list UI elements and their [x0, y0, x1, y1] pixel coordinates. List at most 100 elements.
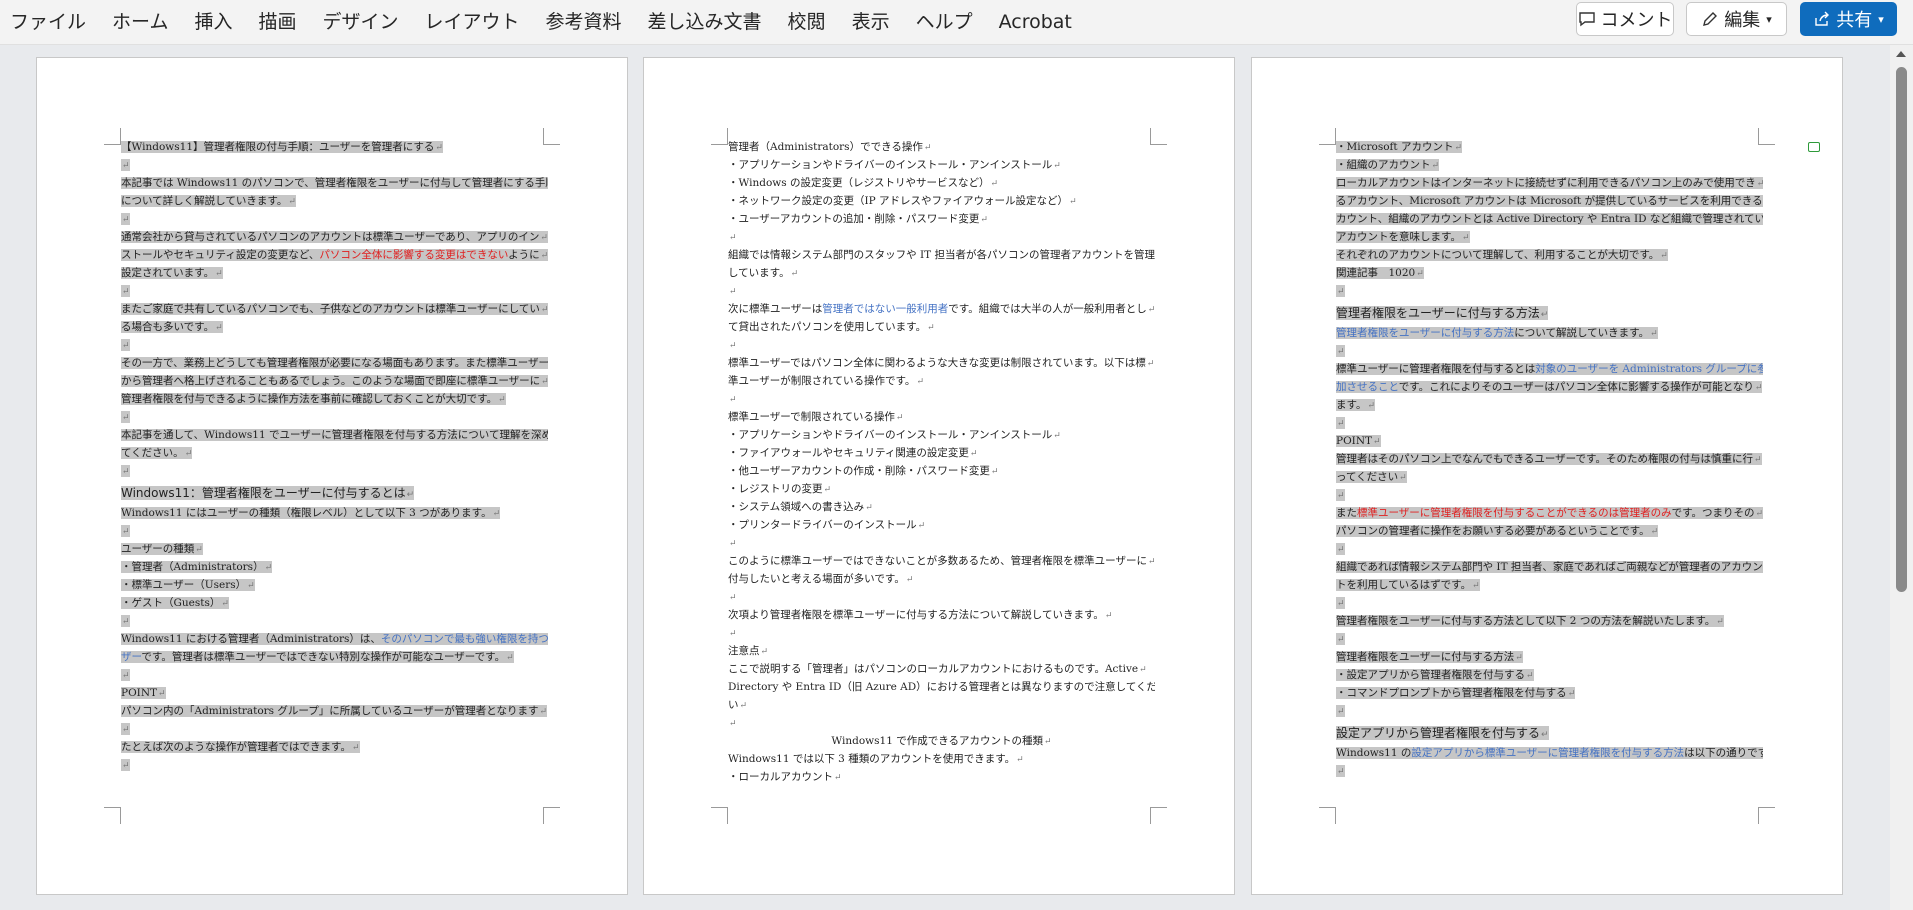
- line-text: ここで説明する「管理者」はパソコンのローカルアカウントにおけるものです。Acti…: [728, 663, 1147, 675]
- line-text: ・他ユーザーアカウントの作成・削除・パスワード変更↵: [728, 465, 998, 477]
- text-run: 準ユーザーが制限されている操作です。: [728, 375, 916, 387]
- line-text: Windows11 では以下 3 種類のアカウントを使用できます。↵: [728, 753, 1024, 765]
- document-line: ザーです。管理者は標準ユーザーではできない特別な操作が可能なユーザーです。↵: [121, 648, 548, 666]
- document-line: POINT↵: [1336, 432, 1763, 450]
- comment-marker-icon[interactable]: [1808, 142, 1820, 152]
- ribbon-tab[interactable]: 表示: [841, 0, 905, 44]
- text-run: から管理者へ格上げされることもあるでしょう。このような場面で即座に標準ユーザーに: [121, 375, 541, 387]
- text-run: て貸出されたパソコンを使用しています。: [728, 321, 927, 333]
- document-line: 管理者権限をユーザーに付与する方法について解説していきます。↵: [1336, 324, 1763, 342]
- page-body[interactable]: ・Microsoft アカウント↵ ・組織のアカウント↵ ローカルアカウントはインタ…: [1336, 138, 1763, 780]
- line-text: について詳しく解説していきます。↵: [121, 195, 296, 207]
- document-line: 付与したいと考える場面が多いです。↵: [728, 570, 1155, 588]
- line-text: い↵: [728, 699, 747, 711]
- line-text: ↵: [121, 615, 130, 627]
- text-run: その一方で、業務上どうしても管理者権限が必要になる場面もあります。また標準ユーザ…: [121, 357, 548, 369]
- ribbon-tab[interactable]: レイアウト: [414, 0, 535, 44]
- paragraph-mark-icon: ↵: [247, 581, 255, 591]
- document-line: Windows11 における管理者（Administrators）は、そのパソコ…: [121, 630, 548, 648]
- line-text: ・ローカルアカウント↵: [728, 771, 842, 783]
- ribbon-tab[interactable]: 挿入: [183, 0, 247, 44]
- comment-label: コメント: [1600, 10, 1673, 31]
- empty-paragraph: ↵: [728, 624, 1155, 642]
- line-text: 本記事では Windows11 のパソコンで、管理者権限をユーザーに付与して管理…: [121, 177, 548, 189]
- paragraph-mark-icon: ↵: [1337, 635, 1345, 645]
- highlighted-text: 管理者権限をユーザーに付与する方法: [1336, 327, 1515, 339]
- edit-mode-button[interactable]: 編集 ▾: [1686, 2, 1787, 36]
- vertical-scrollbar[interactable]: [1890, 45, 1913, 910]
- text-run: Windows11 における管理者（Administrators）は、: [121, 633, 381, 645]
- paragraph-mark-icon: ↵: [1053, 431, 1061, 441]
- text-run: ・Windows の設定変更（レジストリやサービスなど）: [728, 177, 990, 189]
- text-run: 管理者権限をユーザーに付与する方法: [1336, 306, 1540, 320]
- text-run: です。つまりその: [1671, 507, 1755, 519]
- document-line: 準ユーザーが制限されている操作です。↵: [728, 372, 1155, 390]
- paragraph-mark-icon: ↵: [1515, 653, 1523, 663]
- ribbon-tab[interactable]: ホーム: [101, 0, 183, 44]
- ribbon-tab[interactable]: 校閲: [777, 0, 841, 44]
- paragraph-mark-icon: ↵: [540, 251, 548, 261]
- document-line: また標準ユーザーに管理者権限を付与することができるのは管理者のみです。つまりその…: [1336, 504, 1763, 522]
- text-run: い: [728, 699, 739, 711]
- text-run: ・組織のアカウント: [1336, 159, 1431, 171]
- paragraph-mark-icon: ↵: [1757, 179, 1763, 189]
- line-text: 管理者はそのパソコン上でなんでもできるユーザーです。そのため権限の付与は慎重に行…: [1336, 453, 1762, 465]
- text-run: 管理者権限を付与できるように操作方法を事前に確認しておくことが大切です。: [121, 393, 498, 405]
- line-text: 標準ユーザーではパソコン全体に関わるような大きな変更は制限されています。以下は標…: [728, 357, 1154, 369]
- ribbon-tab[interactable]: 描画: [247, 0, 311, 44]
- line-text: 組織であれば情報システム部門や IT 担当者、家庭であればご両親などが管理者のア…: [1336, 561, 1763, 573]
- document-line: ・アプリケーションやドライバーのインストール・アンインストール↵: [728, 426, 1155, 444]
- paragraph-mark-icon: ↵: [990, 467, 999, 477]
- document-line: トを利用しているはずです。↵: [1336, 576, 1763, 594]
- document-line: 加させることです。これによりそのユーザーはパソコン全体に影響する操作が可能となり…: [1336, 378, 1763, 396]
- document-line: ユーザーの種類↵: [121, 540, 548, 558]
- ribbon-tab[interactable]: Acrobat: [988, 0, 1087, 44]
- empty-paragraph: ↵: [1336, 762, 1763, 780]
- line-text: ユーザーの種類↵: [121, 543, 203, 555]
- document-line: このように標準ユーザーではできないことが多数あるため、管理者権限を標準ユーザーに…: [728, 552, 1155, 570]
- crop-mark: [1319, 807, 1336, 824]
- page-body[interactable]: 【Windows11】管理者権限の付与手順：ユーザーを管理者にする↵ ↵ 本記事では…: [121, 138, 548, 774]
- line-text: パソコンの管理者に操作をお願いする必要があるということです。↵: [1336, 525, 1659, 537]
- comment-button[interactable]: コメント: [1576, 2, 1674, 36]
- text-run: ・アプリケーションやドライバーのインストール・アンインストール: [728, 429, 1053, 441]
- paragraph-mark-icon: ↵: [539, 707, 547, 717]
- paragraph-mark-icon: ↵: [1526, 671, 1534, 681]
- page-body[interactable]: 管理者（Administrators）でできる操作↵ ・アプリケーションやドライバ…: [728, 138, 1155, 786]
- paragraph-mark-icon: ↵: [1337, 419, 1345, 429]
- line-text: ↵: [121, 723, 130, 735]
- document-line: ・ローカルアカウント↵: [728, 768, 1155, 786]
- paragraph-mark-icon: ↵: [905, 575, 914, 585]
- highlighted-text: 対象のユーザーを Administrators グループに参: [1535, 363, 1763, 375]
- highlighted-text: 管理者ではない一般利用者: [822, 303, 949, 315]
- ribbon-tabs: ファイル ホーム 挿入 描画 デザイン レイアウト 参考資料 差し込み文書 校閲 表示 ヘルプ Acr…: [0, 0, 1087, 44]
- empty-paragraph: ↵: [121, 720, 548, 738]
- scrollbar-thumb[interactable]: [1896, 67, 1907, 592]
- paragraph-mark-icon: ↵: [927, 323, 935, 333]
- ribbon-tab[interactable]: ファイル: [0, 0, 101, 44]
- document-line: ・標準ユーザー（Users）↵: [121, 576, 548, 594]
- text-run: ・管理者（Administrators）: [121, 561, 264, 573]
- line-text: ってください↵: [1336, 471, 1407, 483]
- paragraph-mark-icon: ↵: [1337, 347, 1345, 357]
- ribbon-tab[interactable]: 参考資料: [535, 0, 637, 44]
- line-text: ・システム領域への書き込み↵: [728, 501, 873, 513]
- paragraph-mark-icon: ↵: [990, 179, 999, 189]
- share-button[interactable]: 共有 ▾: [1800, 2, 1897, 36]
- scroll-up-icon[interactable]: [1896, 51, 1906, 57]
- line-text: ローカルアカウントはインターネットに接続せずに利用できるパソコン上のみで使用でき…: [1336, 177, 1763, 189]
- ribbon-tab[interactable]: 差し込み文書: [637, 0, 777, 44]
- paragraph-mark-icon: ↵: [1139, 665, 1147, 675]
- ribbon-tab[interactable]: ヘルプ: [905, 0, 988, 44]
- document-line: ・Microsoft アカウント↵: [1336, 138, 1763, 156]
- ribbon-tab[interactable]: デザイン: [311, 0, 413, 44]
- line-text: 管理者権限をユーザーに付与する方法として以下 2 つの方法を解説いたします。↵: [1336, 615, 1724, 627]
- line-text: 管理者権限をユーザーに付与する方法↵: [1336, 306, 1549, 320]
- document-line: について詳しく解説していきます。↵: [121, 192, 548, 210]
- paragraph-mark-icon: ↵: [1053, 161, 1061, 171]
- line-text: ↵: [728, 285, 737, 297]
- paragraph-mark-icon: ↵: [980, 215, 988, 225]
- paragraph-mark-icon: ↵: [1337, 545, 1345, 555]
- paragraph-mark-icon: ↵: [1416, 269, 1424, 279]
- text-run: ・他ユーザーアカウントの作成・削除・パスワード変更: [728, 465, 990, 477]
